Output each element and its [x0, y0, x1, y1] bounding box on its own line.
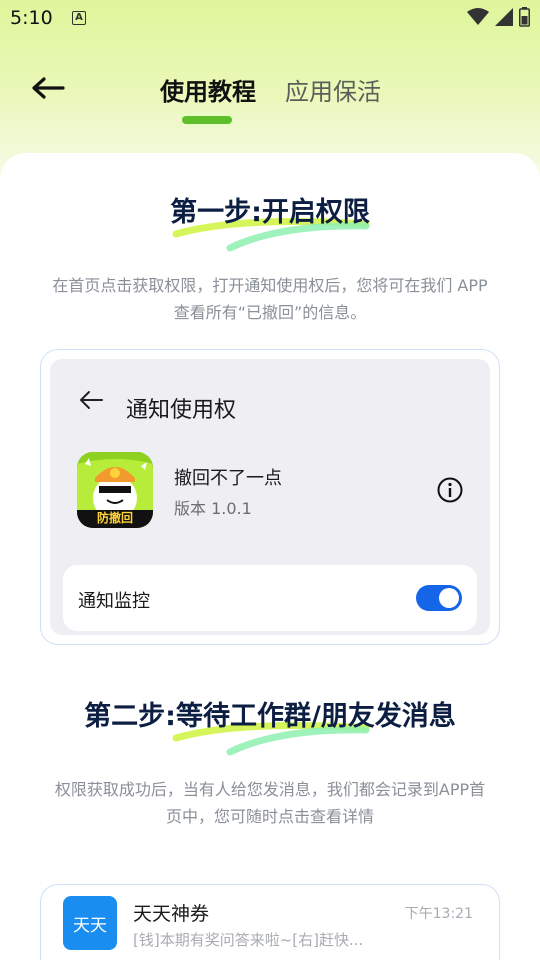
- chat-avatar: 天天: [63, 896, 117, 950]
- battery-icon: [519, 7, 530, 27]
- chat-name: 天天神券: [133, 903, 210, 925]
- step2-title: 第二步:等待工作群/朋友发消息: [84, 701, 456, 732]
- permission-demo-screen: 通知使用权 防撤回 撤回不了一点 版本 1.0.1 通知监控: [50, 359, 490, 635]
- tab-indicator: [182, 116, 232, 124]
- permission-screen-title: 通知使用权: [126, 398, 237, 423]
- message-demo-panel: 天天 天天神券 下午13:21 [钱]本期有奖问答来啦~[右]赶快...: [40, 884, 500, 960]
- back-button[interactable]: [28, 70, 68, 106]
- status-time: 5:10: [10, 7, 53, 29]
- status-icons: [467, 7, 530, 27]
- chat-preview: [钱]本期有奖问答来啦~[右]赶快...: [133, 931, 364, 949]
- app-version: 版本 1.0.1: [174, 499, 252, 518]
- step1-title: 第一步:开启权限: [170, 197, 370, 228]
- step2-description: 权限获取成功后，当有人给您发消息，我们都会记录到APP首页中，您可随时点击查看详…: [54, 780, 486, 826]
- app-icon: 防撤回: [77, 452, 153, 528]
- app-icon-caption: 防撤回: [96, 511, 133, 525]
- status-bar: 5:10 A: [0, 0, 540, 38]
- cellular-signal-icon: [495, 8, 513, 26]
- info-icon[interactable]: [436, 476, 464, 504]
- wifi-icon: [467, 8, 489, 25]
- arrow-left-icon: [80, 391, 103, 409]
- notification-monitor-row: 通知监控: [63, 565, 477, 631]
- arrow-left-icon: [32, 77, 65, 99]
- tab-keep-alive[interactable]: 应用保活: [285, 72, 381, 107]
- app-name: 撤回不了一点: [174, 468, 282, 489]
- step1-description: 在首页点击获取权限，打开通知使用权后，您将可在我们 APP查看所有“已撤回”的信…: [52, 276, 488, 322]
- chat-time: 下午13:21: [404, 906, 473, 922]
- notification-monitor-toggle[interactable]: [416, 585, 462, 611]
- notification-monitor-label: 通知监控: [78, 591, 150, 612]
- accessibility-notification-icon: A: [72, 11, 86, 25]
- tab-tutorial[interactable]: 使用教程: [160, 72, 256, 107]
- permission-demo-panel: 通知使用权 防撤回 撤回不了一点 版本 1.0.1 通知监控: [40, 349, 500, 645]
- toggle-knob: [439, 588, 459, 608]
